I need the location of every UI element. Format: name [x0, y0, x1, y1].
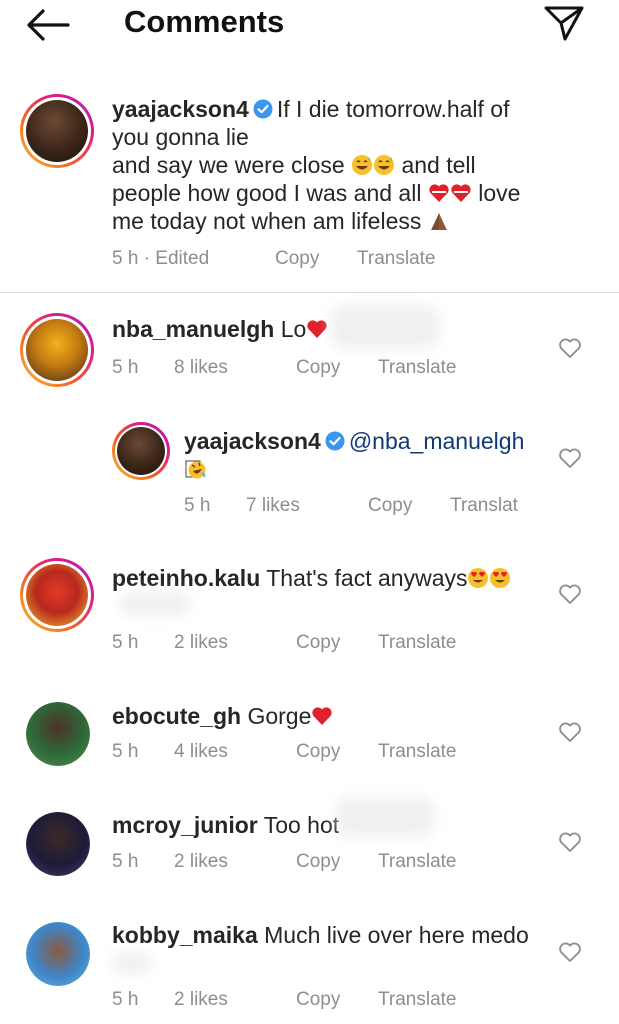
- translate-button[interactable]: Translate: [378, 851, 457, 873]
- caption-line-1: yaajackson4 If I die tomorrow.half of: [112, 96, 510, 122]
- likes-count[interactable]: 8 likes: [174, 357, 228, 379]
- grinning-sweat-emoji-icon: [352, 155, 373, 175]
- grinning-sweat-emoji-icon: [374, 155, 395, 175]
- heart-eyes-emoji-icon: [468, 568, 489, 588]
- comment-meta: 5 h 4 likes Copy Translate: [112, 741, 492, 765]
- comment-body: mcroy_junior Too hot: [112, 812, 340, 838]
- verified-badge-icon: [253, 99, 273, 119]
- caption-line-5: me today not when am lifeless: [112, 207, 450, 235]
- copy-button[interactable]: Copy: [275, 248, 319, 270]
- folded-hands-icon: [430, 213, 447, 230]
- copy-button[interactable]: Copy: [296, 741, 340, 763]
- translate-button[interactable]: Translate: [378, 989, 457, 1011]
- avatar[interactable]: [26, 812, 90, 876]
- blurred-text: [120, 592, 190, 616]
- avatar[interactable]: [20, 558, 94, 632]
- caption-divider: [0, 292, 619, 293]
- comment-time: 5 h: [112, 989, 139, 1010]
- comment-username[interactable]: yaajackson4: [184, 428, 321, 454]
- comment-time: 5 h: [112, 851, 139, 872]
- translate-button[interactable]: Translate: [357, 248, 436, 270]
- comment-body: ebocute_gh Gorge: [112, 702, 333, 730]
- blurred-text: [335, 797, 435, 837]
- mending-heart-icon: [429, 184, 449, 202]
- likes-count[interactable]: 4 likes: [174, 741, 228, 763]
- caption-time: 5 h · Edited: [112, 248, 210, 269]
- comment-username[interactable]: ebocute_gh: [112, 703, 241, 729]
- avatar[interactable]: [26, 702, 90, 766]
- likes-count[interactable]: 2 likes: [174, 851, 228, 873]
- blurred-text: [112, 952, 152, 974]
- blurred-text: [330, 305, 440, 349]
- comment-username[interactable]: peteinho.kalu: [112, 565, 260, 591]
- caption-username[interactable]: yaajackson4: [112, 96, 249, 122]
- comment-body: kobby_maika Much live over here medo: [112, 922, 529, 948]
- mention-link[interactable]: @nba_manuelgh: [349, 428, 525, 454]
- comment-body: yaajackson4 @nba_manuelgh: [184, 427, 524, 455]
- top-bar: Comments: [0, 0, 619, 50]
- copy-button[interactable]: Copy: [296, 357, 340, 379]
- copy-button[interactable]: Copy: [368, 495, 412, 517]
- comment-meta: 5 h 7 likes Copy Translat: [184, 495, 544, 519]
- avatar[interactable]: [20, 313, 94, 387]
- caption-meta: 5 h · Edited Copy Translate: [112, 248, 512, 272]
- caption-avatar[interactable]: [20, 94, 94, 168]
- likes-count[interactable]: 7 likes: [246, 495, 300, 517]
- copy-button[interactable]: Copy: [296, 632, 340, 654]
- comment-username[interactable]: nba_manuelgh: [112, 316, 274, 342]
- red-heart-icon: [307, 320, 327, 338]
- caption-line-3: and say we were close and tell: [112, 152, 476, 178]
- comment-username[interactable]: mcroy_junior: [112, 812, 258, 838]
- comment-body: nba_manuelgh Lo: [112, 315, 328, 343]
- comment-time: 5 h: [112, 632, 139, 653]
- translate-button[interactable]: Translate: [378, 741, 457, 763]
- likes-count[interactable]: 2 likes: [174, 632, 228, 654]
- comment-meta: 5 h 2 likes Copy Translate: [112, 632, 492, 656]
- paper-plane-icon[interactable]: [543, 4, 585, 42]
- like-heart-icon[interactable]: [558, 583, 582, 605]
- comment-meta: 5 h 8 likes Copy Translate: [112, 357, 492, 381]
- like-heart-icon[interactable]: [558, 941, 582, 963]
- translate-button[interactable]: Translat: [450, 495, 518, 517]
- rolling-laughing-emoji-icon: [185, 460, 206, 479]
- page-title: Comments: [124, 4, 285, 39]
- avatar[interactable]: [112, 422, 170, 480]
- like-heart-icon[interactable]: [558, 721, 582, 743]
- like-heart-icon[interactable]: [558, 831, 582, 853]
- verified-badge-icon: [325, 431, 345, 451]
- mending-heart-icon: [451, 184, 471, 202]
- heart-eyes-emoji-icon: [490, 568, 511, 588]
- comment-time: 5 h: [112, 357, 139, 378]
- red-heart-icon: [312, 707, 333, 725]
- comment-body-line-2: [184, 455, 206, 483]
- translate-button[interactable]: Translate: [378, 632, 457, 654]
- copy-button[interactable]: Copy: [296, 989, 340, 1011]
- caption-line-4: people how good I was and all love: [112, 180, 521, 206]
- copy-button[interactable]: Copy: [296, 851, 340, 873]
- caption-line-2: you gonna lie: [112, 124, 249, 150]
- translate-button[interactable]: Translate: [378, 357, 457, 379]
- comment-body: peteinho.kalu That's fact anyways: [112, 564, 511, 592]
- comment-meta: 5 h 2 likes Copy Translate: [112, 851, 492, 875]
- comment-meta: 5 h 2 likes Copy Translate: [112, 989, 492, 1013]
- like-heart-icon[interactable]: [558, 337, 582, 359]
- arrow-left-icon[interactable]: [26, 8, 70, 42]
- comment-time: 5 h: [184, 495, 211, 516]
- comment-username[interactable]: kobby_maika: [112, 922, 258, 948]
- likes-count[interactable]: 2 likes: [174, 989, 228, 1011]
- comment-time: 5 h: [112, 741, 139, 762]
- avatar[interactable]: [26, 922, 90, 986]
- like-heart-icon[interactable]: [558, 447, 582, 469]
